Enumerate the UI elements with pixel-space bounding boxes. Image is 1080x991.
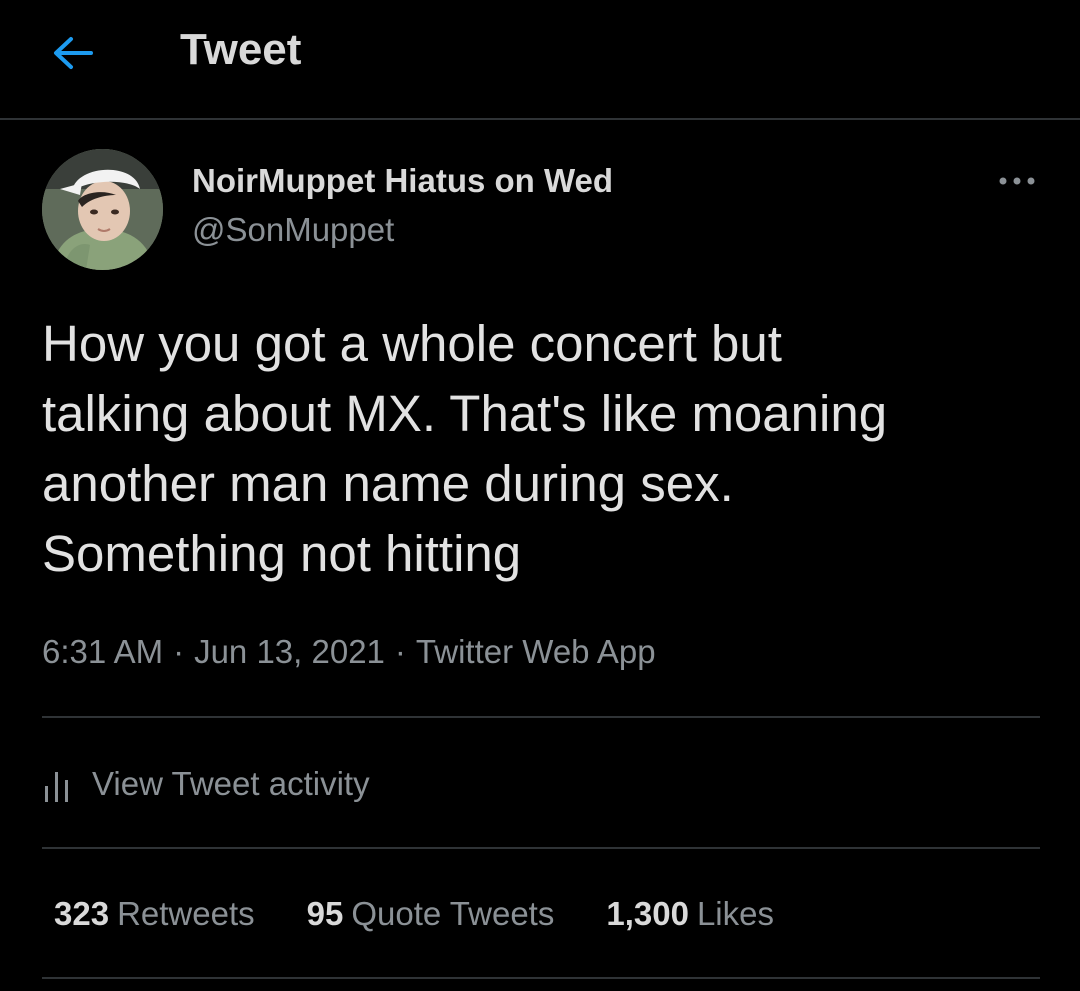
retweets-label: Retweets (117, 895, 255, 932)
tweet-time: 6:31 AM (42, 633, 164, 670)
quote-tweets-count: 95 (306, 895, 344, 932)
top-bar: Tweet (0, 0, 1080, 120)
quote-tweets-label: Quote Tweets (351, 895, 555, 932)
engagement-stats: 323 Retweets 95 Quote Tweets 1,300 Likes (54, 892, 826, 936)
more-horizontal-icon (999, 177, 1035, 185)
tweet-text-line: How you got a whole concert but (42, 315, 782, 372)
tweet-text-line: another man name during sex. (42, 455, 734, 512)
author-display-name[interactable]: NoirMuppet Hiatus on Wed (192, 161, 613, 201)
divider (42, 977, 1040, 979)
likes-stat[interactable]: 1,300 Likes (606, 895, 774, 933)
tweet-text: How you got a whole concert but talking … (42, 309, 1042, 589)
separator-dot: · (173, 633, 185, 670)
tweet-timestamp[interactable]: 6:31 AM · Jun 13, 2021 (42, 633, 385, 670)
tweet-text-line: Something not hitting (42, 525, 522, 582)
retweets-count: 323 (54, 895, 110, 932)
tweet-date: Jun 13, 2021 (194, 633, 385, 670)
avatar-photo (42, 149, 163, 270)
more-options-button[interactable] (992, 166, 1042, 196)
author-handle[interactable]: @SonMuppet (192, 210, 394, 250)
page-title: Tweet (180, 25, 302, 74)
separator-dot: · (394, 633, 406, 670)
tweet-source-link[interactable]: Twitter Web App (416, 633, 656, 670)
divider (42, 847, 1040, 849)
view-tweet-activity-label: View Tweet activity (92, 765, 370, 802)
likes-label: Likes (696, 895, 774, 932)
likes-count: 1,300 (606, 895, 689, 932)
bar-chart-icon (45, 772, 68, 802)
view-tweet-activity-button[interactable]: View Tweet activity (42, 760, 370, 808)
avatar[interactable] (42, 149, 163, 270)
divider (42, 716, 1040, 718)
tweet-text-line: talking about MX. That's like moaning (42, 385, 888, 442)
arrow-left-icon (54, 37, 93, 69)
tweet-metadata: 6:31 AM · Jun 13, 2021 · Twitter Web App (42, 630, 656, 674)
quote-tweets-stat[interactable]: 95 Quote Tweets (307, 895, 555, 933)
back-button[interactable] (48, 28, 98, 78)
retweets-stat[interactable]: 323 Retweets (54, 895, 255, 933)
